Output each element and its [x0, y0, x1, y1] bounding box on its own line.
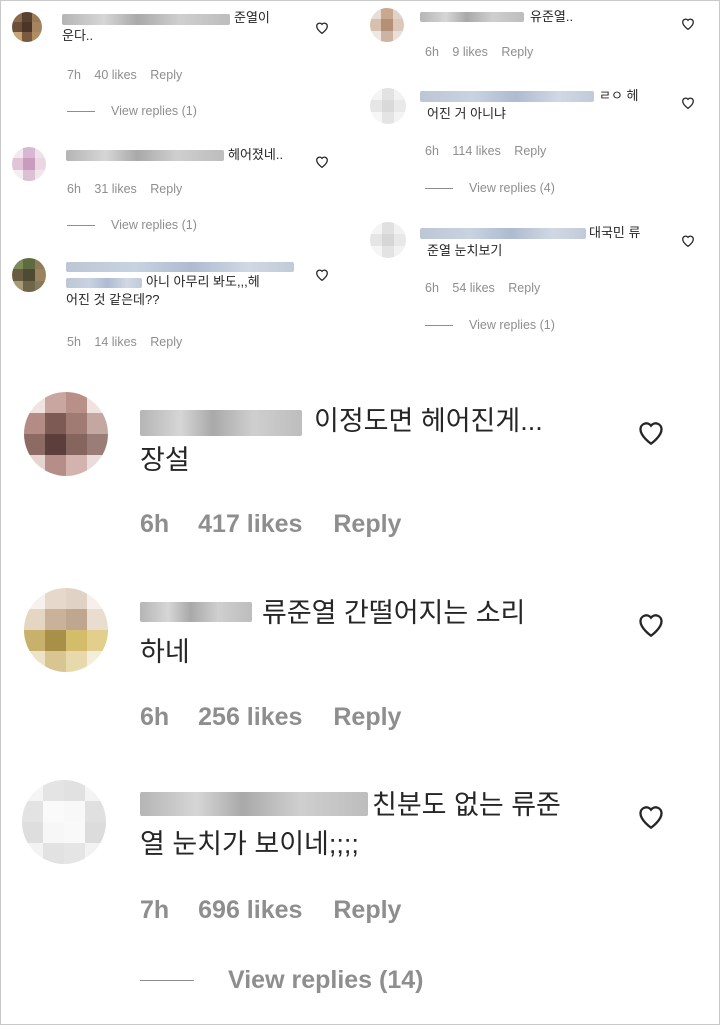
avatar[interactable] — [12, 258, 46, 292]
likes-count[interactable]: 417 likes — [198, 510, 302, 538]
heart-outline-icon[interactable] — [681, 234, 695, 247]
view-replies-button[interactable]: View replies (14) — [140, 966, 423, 995]
comment-text: 유준열.. — [530, 9, 574, 24]
comment-meta: 6h 256 likes Reply — [140, 703, 411, 732]
blurred-username[interactable] — [66, 150, 224, 161]
view-replies-button[interactable]: View replies (1) — [67, 104, 197, 118]
comment-text: 이정도면 헤어진게... 장설 — [140, 406, 543, 476]
comment-meta: 7h 696 likes Reply — [140, 896, 411, 925]
comment-meta: 6h 9 likes Reply — [425, 45, 543, 59]
comment-time: 6h — [140, 703, 170, 731]
view-replies-label: View replies (4) — [469, 181, 555, 195]
reply-button[interactable]: Reply — [508, 281, 540, 295]
avatar[interactable] — [12, 12, 42, 42]
comment-time: 6h — [140, 510, 170, 538]
comment-meta: 6h 31 likes Reply — [67, 182, 192, 196]
likes-count[interactable]: 14 likes — [94, 335, 136, 349]
avatar[interactable] — [12, 147, 46, 181]
reply-button[interactable]: Reply — [514, 144, 546, 158]
divider-line — [140, 980, 194, 981]
comment-time: 6h — [425, 144, 439, 158]
heart-outline-icon[interactable] — [681, 96, 695, 109]
comment-meta: 6h 54 likes Reply — [425, 281, 550, 295]
blurred-username[interactable] — [66, 262, 294, 272]
heart-outline-icon[interactable] — [315, 21, 329, 34]
heart-outline-icon[interactable] — [637, 611, 665, 637]
avatar[interactable] — [370, 88, 406, 124]
reply-button[interactable]: Reply — [333, 896, 401, 924]
likes-count[interactable]: 54 likes — [452, 281, 494, 295]
view-replies-button[interactable]: View replies (1) — [425, 318, 555, 332]
comment-text: 대국민 류 준열 눈치보기 — [427, 225, 641, 258]
comment-time: 6h — [425, 281, 439, 295]
likes-count[interactable]: 9 likes — [452, 45, 487, 59]
avatar[interactable] — [370, 222, 406, 258]
likes-count[interactable]: 114 likes — [452, 144, 500, 158]
heart-outline-icon[interactable] — [315, 155, 329, 168]
likes-count[interactable]: 31 likes — [94, 182, 136, 196]
likes-count[interactable]: 256 likes — [198, 703, 302, 731]
heart-outline-icon[interactable] — [315, 268, 329, 281]
reply-button[interactable]: Reply — [150, 182, 182, 196]
avatar[interactable] — [370, 8, 404, 42]
reply-button[interactable]: Reply — [501, 45, 533, 59]
comment-text: 류준열 간떨어지는 소리 하네 — [140, 598, 526, 668]
comment-time: 7h — [140, 896, 170, 924]
comment-time: 6h — [67, 182, 81, 196]
divider-line — [67, 110, 95, 112]
comment-time: 6h — [425, 45, 439, 59]
blurred-username[interactable] — [420, 12, 524, 22]
view-replies-label: View replies (1) — [469, 318, 555, 332]
comment-meta: 6h 417 likes Reply — [140, 510, 411, 539]
view-replies-button[interactable]: View replies (1) — [67, 218, 197, 232]
comment-time: 7h — [67, 68, 81, 82]
likes-count[interactable]: 40 likes — [94, 68, 136, 82]
heart-outline-icon[interactable] — [637, 419, 665, 445]
view-replies-label: View replies (1) — [111, 104, 197, 118]
view-replies-label: View replies (14) — [228, 966, 424, 994]
comment-text: ㄹㅇ 헤 어진 거 아니냐 — [427, 88, 639, 121]
comment-time: 5h — [67, 335, 81, 349]
view-replies-button[interactable]: View replies (4) — [425, 181, 555, 195]
comment-text: 아니 아무리 봐도,,,헤 어진 것 같은데?? — [66, 274, 260, 307]
comment-meta: 6h 114 likes Reply — [425, 144, 556, 158]
comment-meta: 5h 14 likes Reply — [67, 335, 192, 349]
reply-button[interactable]: Reply — [150, 68, 182, 82]
avatar[interactable] — [24, 588, 108, 672]
heart-outline-icon[interactable] — [681, 17, 695, 30]
comment-text: 친분도 없는 류준 열 눈치가 보이네;;;; — [140, 790, 561, 860]
divider-line — [425, 324, 453, 326]
comment-meta: 7h 40 likes Reply — [67, 68, 192, 82]
comment-text: 헤어졌네.. — [228, 147, 284, 162]
view-replies-label: View replies (1) — [111, 218, 197, 232]
heart-outline-icon[interactable] — [637, 803, 665, 829]
avatar[interactable] — [24, 392, 108, 476]
divider-line — [67, 224, 95, 226]
divider-line — [425, 187, 453, 189]
reply-button[interactable]: Reply — [333, 703, 401, 731]
comment-text: 준열이 운다.. — [62, 10, 270, 43]
reply-button[interactable]: Reply — [150, 335, 182, 349]
reply-button[interactable]: Reply — [333, 510, 401, 538]
avatar[interactable] — [22, 780, 106, 864]
likes-count[interactable]: 696 likes — [198, 896, 302, 924]
